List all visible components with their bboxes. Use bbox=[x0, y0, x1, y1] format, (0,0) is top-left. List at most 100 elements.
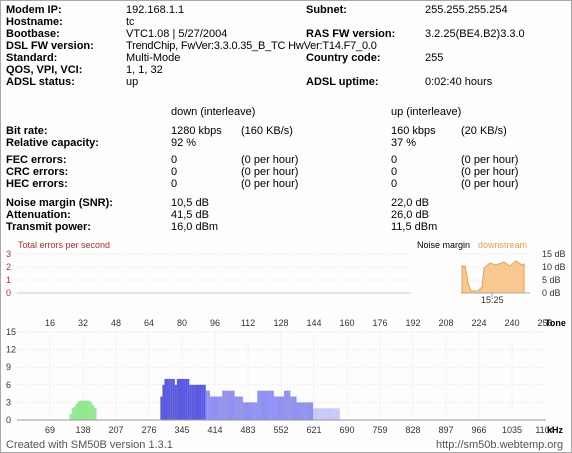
up-transmit-power: 11,5 dBm bbox=[391, 221, 438, 233]
tone-bar bbox=[195, 384, 198, 420]
khz-tick-label: 483 bbox=[240, 425, 255, 435]
errors-y-tick-1: 1 bbox=[6, 275, 11, 285]
down-attenuation: 41,5 dB bbox=[171, 209, 209, 221]
khz-tick-label: 138 bbox=[75, 425, 90, 435]
up-bitrate-kb: (20 KB/s) bbox=[461, 125, 507, 137]
tone-bar bbox=[203, 384, 206, 420]
tone-top-axis: 16 32 48 64 80 96 112 128 144 160 176 192 208 224 240 2… bbox=[45, 318, 553, 328]
tone-bar bbox=[259, 390, 262, 420]
tone-bits-chart: 16 32 48 64 80 96 112 128 144 160 176 192 208 224 240 2… bbox=[6, 318, 566, 435]
khz-tick-label: 759 bbox=[372, 425, 387, 435]
errors-y-tick-0: 0 bbox=[6, 288, 11, 298]
khz-tick-label: 69 bbox=[45, 425, 55, 435]
tone-bar bbox=[162, 384, 165, 420]
tone-bar bbox=[265, 390, 268, 420]
khz-tick-label: 276 bbox=[141, 425, 156, 435]
tone-bar bbox=[193, 384, 196, 420]
tone-bar bbox=[209, 396, 212, 420]
tone-bar bbox=[94, 408, 97, 420]
down-crc-rate: (0 per hour) bbox=[241, 166, 299, 178]
footer-url[interactable]: http://sm50b.webtemp.org bbox=[436, 439, 563, 451]
tone-bar bbox=[232, 390, 235, 420]
tone-bar bbox=[224, 390, 227, 420]
tone-bar bbox=[296, 402, 299, 420]
standard-label: Standard: bbox=[6, 52, 58, 64]
dsl-fw-label: DSL FW version: bbox=[6, 40, 94, 52]
noise-time-label: 15:25 bbox=[481, 295, 504, 305]
tone-tick-label: 224 bbox=[471, 318, 486, 328]
modem-ip-label: Modem IP: bbox=[6, 4, 62, 16]
tone-bar bbox=[73, 406, 76, 420]
tone-bar bbox=[269, 390, 272, 420]
tone-bar bbox=[79, 400, 83, 420]
tone-bar bbox=[213, 396, 217, 420]
tone-bar bbox=[271, 390, 274, 420]
tone-bar bbox=[249, 402, 252, 420]
tone-bar bbox=[168, 378, 171, 420]
khz-tick-label: 828 bbox=[405, 425, 420, 435]
down-header: down (interleave) bbox=[171, 106, 256, 118]
down-transmit-power: 16,0 dBm bbox=[171, 221, 219, 233]
tone-tick-label: 192 bbox=[405, 318, 420, 328]
tone-bar bbox=[240, 396, 243, 420]
hostname-label: Hostname: bbox=[6, 16, 63, 28]
up-bitrate: 160 kbps bbox=[391, 125, 436, 137]
tone-tick-label: 16 bbox=[45, 318, 55, 328]
tone-bar bbox=[284, 390, 287, 420]
khz-axis-label: kHz bbox=[547, 425, 564, 435]
footer-created: Created with SM50B version 1.3.1 bbox=[6, 439, 173, 451]
down-fec-rate: (0 per hour) bbox=[241, 154, 299, 166]
tone-tick-label: 80 bbox=[177, 318, 187, 328]
tone-bar bbox=[257, 390, 260, 420]
snr-label: Noise margin (SNR): bbox=[6, 197, 113, 209]
khz-tick-label: 621 bbox=[306, 425, 321, 435]
bootbase-value: VTC1.08 | 5/27/2004 bbox=[126, 28, 228, 40]
tone-tick-label: 128 bbox=[273, 318, 288, 328]
tone-bar bbox=[321, 408, 324, 420]
up-snr: 22,0 dB bbox=[391, 197, 429, 209]
tone-bar bbox=[201, 384, 204, 420]
tone-y-tick-label: 9 bbox=[6, 362, 11, 372]
tone-tick-label: 176 bbox=[372, 318, 387, 328]
tone-bar bbox=[315, 408, 318, 420]
tone-bar bbox=[81, 400, 85, 420]
noise-margin-chart: 15:25 15 dB 10 dB 5 dB 0 dB bbox=[461, 249, 566, 305]
noise-y-tick-5: 5 dB bbox=[542, 275, 561, 285]
khz-tick-label: 207 bbox=[108, 425, 123, 435]
ras-fw-value: 3.2.25(BE4.B2)3.3.0 bbox=[425, 28, 525, 40]
tone-tick-label: 32 bbox=[78, 318, 88, 328]
tone-bar bbox=[222, 390, 225, 420]
tone-bar bbox=[77, 401, 80, 420]
tone-bar bbox=[304, 402, 307, 420]
tone-bar bbox=[69, 414, 72, 420]
up-fec-rate: (0 per hour) bbox=[461, 154, 519, 166]
tone-bar bbox=[234, 396, 237, 420]
hec-errors-label: HEC errors: bbox=[6, 178, 68, 190]
adsl-status-label: ADSL status: bbox=[6, 76, 75, 88]
country-code-label: Country code: bbox=[306, 52, 381, 64]
tone-bar bbox=[255, 402, 258, 420]
tone-bar bbox=[220, 396, 223, 420]
tone-y-axis: 15 12 9 6 3 0 bbox=[6, 327, 16, 425]
tone-bar bbox=[333, 408, 336, 420]
tone-bar bbox=[298, 402, 301, 420]
tone-bar bbox=[308, 402, 311, 420]
tone-bar bbox=[294, 396, 297, 420]
errors-y-tick-2: 2 bbox=[6, 262, 11, 272]
tone-bar bbox=[84, 400, 87, 420]
tone-bar bbox=[251, 402, 254, 420]
tone-bar bbox=[71, 408, 74, 420]
down-bitrate-kb: (160 KB/s) bbox=[241, 125, 293, 137]
tone-bar bbox=[178, 378, 182, 420]
up-hec: 0 bbox=[391, 178, 398, 190]
tone-bar bbox=[244, 402, 248, 420]
khz-tick-label: 414 bbox=[207, 425, 222, 435]
tone-bar bbox=[286, 390, 289, 420]
tone-bar bbox=[180, 378, 184, 420]
tone-bar bbox=[197, 384, 200, 420]
tone-bar bbox=[187, 378, 190, 420]
bitrate-label: Bit rate: bbox=[6, 125, 48, 137]
tone-bar bbox=[226, 390, 229, 420]
tone-bar bbox=[205, 390, 208, 420]
up-capacity: 37 % bbox=[391, 137, 417, 149]
